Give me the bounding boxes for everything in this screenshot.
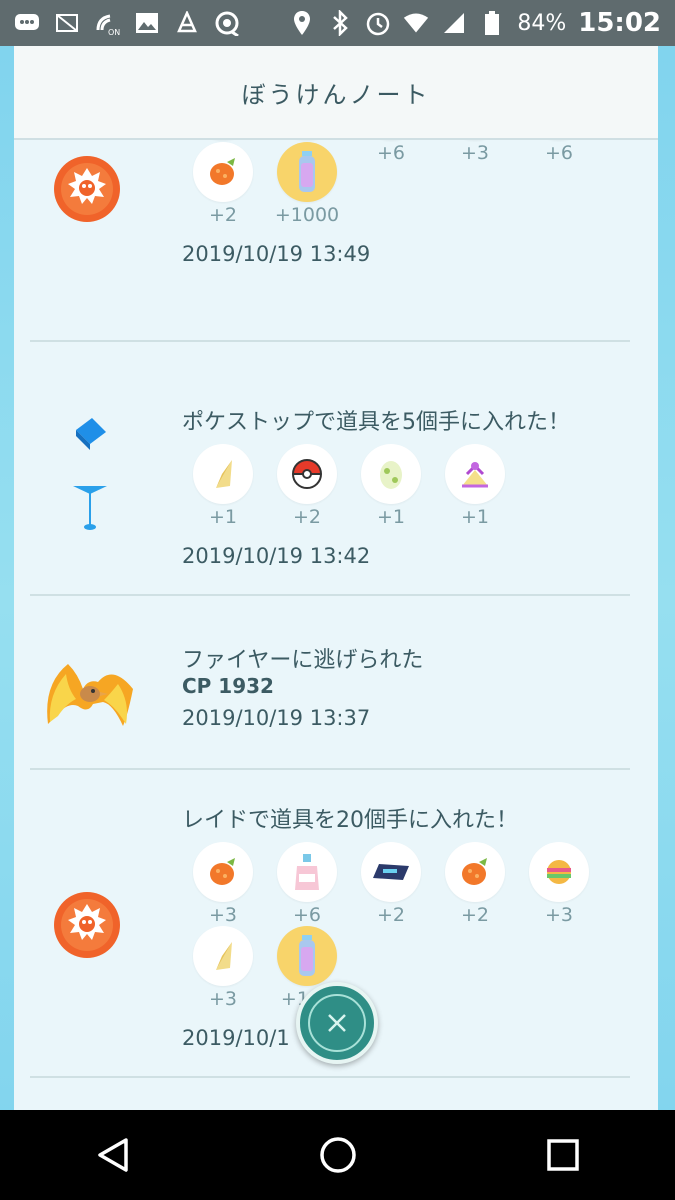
recents-button[interactable]	[533, 1125, 593, 1185]
gift-icon	[445, 444, 505, 504]
chat-icon	[14, 10, 40, 36]
poke-ball-icon	[277, 444, 337, 504]
stardust-shard-icon	[193, 444, 253, 504]
item-rare-candy: +3	[524, 842, 594, 926]
item-golden-razz-berry: +2	[440, 842, 510, 926]
stardust-bottle-icon	[277, 926, 337, 986]
item-revive-potion: +6	[272, 842, 342, 926]
entry-title: ポケストップで道具を5個手に入れた！	[182, 410, 570, 435]
stardust-shard-icon	[193, 926, 253, 986]
rare-candy-icon	[529, 842, 589, 902]
stardust-bottle-icon	[277, 142, 337, 202]
entry-date: 2019/10/19 13:37	[182, 706, 371, 730]
cp-value: CP 1932	[182, 674, 274, 698]
pokemon-go-icon	[214, 10, 240, 36]
divider	[30, 768, 630, 770]
entry-title: レイドで道具を20個手に入れた！	[182, 808, 518, 833]
divider	[30, 594, 630, 596]
item-stardust-shard: +1	[188, 444, 258, 528]
back-button[interactable]	[83, 1125, 143, 1185]
item-stardust-shard: +3	[188, 926, 258, 1010]
notification-icon	[174, 10, 200, 36]
page-title: ぼうけんノート	[14, 46, 658, 140]
close-button[interactable]	[296, 982, 378, 1064]
moltres-icon	[38, 644, 138, 738]
item-golden-razz-berry: +2	[188, 142, 258, 226]
location-icon	[289, 10, 315, 36]
alarm-icon	[365, 10, 391, 36]
divider	[30, 340, 630, 342]
battery-percent: 84%	[517, 10, 567, 36]
signal-icon	[441, 10, 467, 36]
raid-badge-icon	[52, 154, 122, 228]
divider	[30, 1076, 630, 1078]
close-icon	[308, 994, 366, 1052]
item-tm: +2	[356, 842, 426, 926]
entry-date: 2019/10/1	[182, 1026, 290, 1050]
bluetooth-icon	[327, 10, 353, 36]
home-button[interactable]	[308, 1125, 368, 1185]
status-bar: ON 84% 15:02	[0, 0, 675, 46]
item-golden-razz-berry: +3	[188, 842, 258, 926]
navigation-bar	[0, 1110, 675, 1200]
tm-icon	[361, 842, 421, 902]
item-poke-ball: +2	[272, 444, 342, 528]
wifi-icon	[403, 10, 429, 36]
item-egg: +1	[356, 444, 426, 528]
egg-icon	[361, 444, 421, 504]
golden-razz-berry-icon	[193, 842, 253, 902]
gallery-icon	[134, 10, 160, 36]
clock: 15:02	[578, 8, 661, 38]
svg-text:ON: ON	[108, 28, 120, 36]
golden-razz-berry-icon	[193, 142, 253, 202]
battery-icon	[479, 10, 505, 36]
revive-potion-icon	[277, 842, 337, 902]
sim-icon	[54, 10, 80, 36]
journal-panel[interactable]: ぼうけんノート +3 +1 +6 +3	[14, 46, 658, 1110]
item-stardust-bottle: +1000	[272, 142, 342, 226]
item-gift: +1	[440, 444, 510, 528]
wifi-calling-icon: ON	[94, 10, 120, 36]
golden-razz-berry-icon	[445, 842, 505, 902]
entry-date: 2019/10/19 13:49	[182, 242, 371, 266]
pokestop-icon	[70, 414, 110, 538]
raid-badge-icon	[52, 890, 122, 964]
entry-date: 2019/10/19 13:42	[182, 544, 371, 568]
entry-title: ファイヤーに逃げられた	[182, 648, 424, 673]
